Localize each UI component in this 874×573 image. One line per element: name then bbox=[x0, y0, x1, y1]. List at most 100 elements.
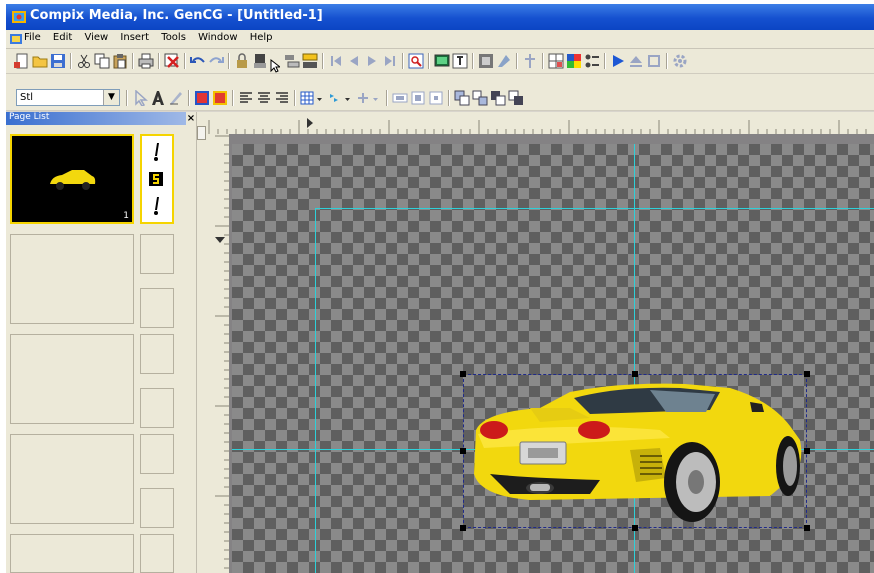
menu-view[interactable]: View bbox=[84, 32, 108, 43]
center-object-icon[interactable] bbox=[428, 90, 444, 106]
distribute-horizontal-icon[interactable] bbox=[392, 90, 408, 106]
open-folder-icon[interactable] bbox=[32, 53, 48, 69]
page-properties-icon[interactable] bbox=[478, 53, 494, 69]
menu-insert[interactable]: Insert bbox=[120, 32, 149, 43]
transition-icon[interactable] bbox=[496, 53, 512, 69]
lock-icon[interactable] bbox=[234, 53, 250, 69]
horizontal-ruler[interactable] bbox=[207, 112, 874, 135]
first-page-icon[interactable] bbox=[328, 53, 344, 69]
toolbar-separator bbox=[294, 90, 296, 106]
toolbar-separator bbox=[184, 53, 186, 69]
preview-icon[interactable] bbox=[434, 53, 450, 69]
select-arrow-icon[interactable] bbox=[132, 90, 148, 106]
cut-icon[interactable] bbox=[76, 53, 92, 69]
next-page-icon[interactable] bbox=[364, 53, 380, 69]
ruler-ticks bbox=[215, 135, 229, 569]
new-file-icon[interactable] bbox=[14, 53, 30, 69]
align-center-icon[interactable] bbox=[256, 90, 272, 106]
toolbar-separator bbox=[322, 53, 324, 69]
app-icon bbox=[12, 11, 26, 23]
text-style-icon[interactable] bbox=[452, 53, 468, 69]
toolbar-separator bbox=[232, 90, 234, 106]
redo-icon[interactable] bbox=[208, 53, 224, 69]
safe-area-guide[interactable] bbox=[315, 208, 874, 209]
vertical-ruler[interactable] bbox=[207, 134, 230, 573]
car-image[interactable] bbox=[470, 378, 806, 526]
delete-icon[interactable] bbox=[164, 53, 180, 69]
send-to-back-icon[interactable] bbox=[508, 90, 524, 106]
copy-icon[interactable] bbox=[94, 53, 110, 69]
layers-icon[interactable] bbox=[302, 53, 318, 69]
undo-icon[interactable] bbox=[190, 53, 206, 69]
application-window: Compix Media, Inc. GenCG - [Untitled-1] … bbox=[6, 4, 874, 573]
toolbar-separator bbox=[666, 53, 668, 69]
shadow-dropdown-icon[interactable] bbox=[356, 90, 380, 106]
bring-forward-icon[interactable] bbox=[252, 53, 268, 69]
effects-dropdown-icon[interactable] bbox=[328, 90, 352, 106]
empty-indicator-slot bbox=[140, 534, 174, 573]
menu-help[interactable]: Help bbox=[250, 32, 273, 43]
menu-window[interactable]: Window bbox=[198, 32, 237, 43]
page-thumbnail[interactable]: 1 bbox=[10, 134, 134, 224]
draw-tool-icon[interactable] bbox=[168, 90, 184, 106]
menu-tools[interactable]: Tools bbox=[161, 32, 186, 43]
toolbar-separator bbox=[604, 53, 606, 69]
text-color-icon[interactable] bbox=[212, 90, 228, 106]
ungroup-icon[interactable] bbox=[472, 90, 488, 106]
table-dropdown-icon[interactable] bbox=[300, 90, 324, 106]
toolbar-separator bbox=[516, 53, 518, 69]
car-thumbnail-image bbox=[50, 170, 96, 190]
warning-icon bbox=[154, 143, 159, 161]
scroll-thumb[interactable] bbox=[197, 126, 206, 140]
menu-bar: File Edit View Insert Tools Window Help bbox=[6, 30, 874, 49]
close-icon[interactable]: × bbox=[186, 112, 196, 125]
eject-icon[interactable] bbox=[628, 53, 644, 69]
settings-icon[interactable] bbox=[672, 53, 688, 69]
text-tool-icon[interactable] bbox=[150, 90, 166, 106]
align-left-icon[interactable] bbox=[238, 90, 254, 106]
find-page-icon[interactable] bbox=[408, 53, 424, 69]
save-icon[interactable] bbox=[50, 53, 66, 69]
paste-icon[interactable] bbox=[112, 53, 128, 69]
resize-handle[interactable] bbox=[460, 448, 466, 454]
page-list-title: Page List bbox=[9, 112, 50, 122]
empty-page-slot[interactable] bbox=[10, 234, 134, 324]
list-settings-icon[interactable] bbox=[584, 53, 600, 69]
distribute-vertical-icon[interactable] bbox=[410, 90, 426, 106]
empty-page-slot[interactable] bbox=[10, 434, 134, 524]
page-number: 1 bbox=[123, 211, 129, 221]
menu-file[interactable]: File bbox=[24, 32, 41, 43]
toolbar-separator bbox=[132, 53, 134, 69]
chevron-down-icon[interactable]: ▼ bbox=[103, 90, 119, 105]
align-right-icon[interactable] bbox=[274, 90, 290, 106]
menu-edit[interactable]: Edit bbox=[53, 32, 72, 43]
previous-page-icon[interactable] bbox=[346, 53, 362, 69]
send-backward-icon[interactable] bbox=[490, 90, 506, 106]
title-bar[interactable]: Compix Media, Inc. GenCG - [Untitled-1] bbox=[6, 4, 874, 30]
resize-handle[interactable] bbox=[460, 371, 466, 377]
last-page-icon[interactable] bbox=[382, 53, 398, 69]
resize-handle[interactable] bbox=[632, 371, 638, 377]
style-dropdown[interactable]: Stl ▼ bbox=[16, 89, 120, 106]
color-palette-icon[interactable] bbox=[566, 53, 582, 69]
page-list-scrollbar[interactable] bbox=[196, 112, 207, 573]
resize-handle[interactable] bbox=[804, 371, 810, 377]
empty-indicator-slot bbox=[140, 334, 174, 374]
play-icon[interactable] bbox=[610, 53, 626, 69]
insert-marker-icon[interactable] bbox=[522, 53, 538, 69]
grid-icon[interactable] bbox=[548, 53, 564, 69]
stop-icon[interactable] bbox=[646, 53, 662, 69]
safe-area-guide[interactable] bbox=[315, 208, 316, 573]
resize-handle[interactable] bbox=[460, 525, 466, 531]
toolbar-separator bbox=[126, 90, 128, 106]
empty-page-slot[interactable] bbox=[10, 534, 134, 573]
empty-page-slot[interactable] bbox=[10, 334, 134, 424]
group-icon[interactable] bbox=[454, 90, 470, 106]
empty-indicator-slot bbox=[140, 434, 174, 474]
print-icon[interactable] bbox=[138, 53, 154, 69]
align-objects-icon[interactable] bbox=[284, 53, 300, 69]
toolbar-separator bbox=[542, 53, 544, 69]
fill-color-icon[interactable] bbox=[194, 90, 210, 106]
empty-indicator-slot bbox=[140, 234, 174, 274]
toolbar-separator bbox=[402, 53, 404, 69]
